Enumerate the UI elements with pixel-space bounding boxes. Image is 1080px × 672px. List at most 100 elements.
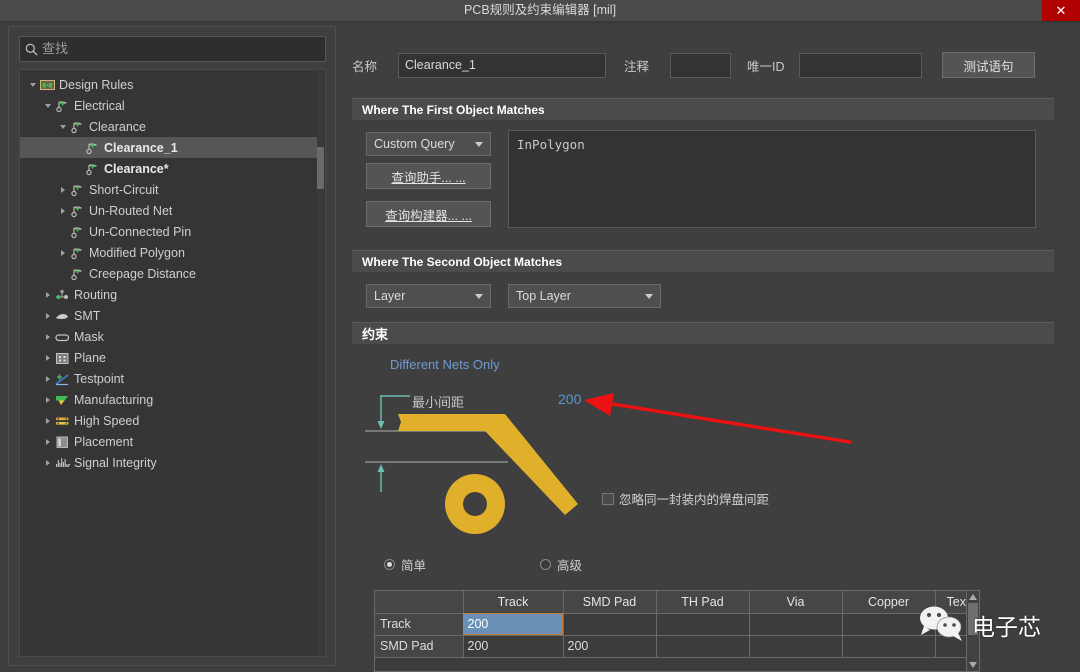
matrix-cell[interactable]	[842, 613, 936, 636]
tree-item-label: Un-Connected Pin	[89, 224, 192, 239]
radio-simple-indicator[interactable]	[384, 559, 395, 570]
constraints-section-header: 约束	[352, 322, 1054, 344]
matrix-cell[interactable]	[749, 635, 843, 658]
tree-item-label: Mask	[74, 329, 104, 344]
tree-item-smt[interactable]: SMT	[20, 305, 318, 326]
tree-item-routing[interactable]: Routing	[20, 284, 318, 305]
chevron-right-icon[interactable]	[41, 431, 54, 452]
smt-icon	[54, 308, 71, 324]
tree-item-clearance-1[interactable]: Clearance_1	[20, 137, 318, 158]
first-object-section-header: Where The First Object Matches	[352, 98, 1054, 120]
tree-item-short-circuit[interactable]: Short-Circuit	[20, 179, 318, 200]
chevron-right-icon[interactable]	[56, 242, 69, 263]
unique-id-field[interactable]	[799, 52, 922, 78]
chevron-right-icon[interactable]	[41, 347, 54, 368]
rule-icon	[84, 161, 101, 177]
search-input[interactable]: 查找	[19, 36, 326, 62]
second-object-layer-select[interactable]: Top Layer	[508, 284, 661, 308]
matrix-cell[interactable]	[749, 613, 843, 636]
tree-item-clearance[interactable]: Clearance	[20, 116, 318, 137]
matrix-scrollbar[interactable]	[966, 591, 979, 671]
matrix-cell[interactable]	[656, 635, 750, 658]
tree-item-creepage-distance[interactable]: Creepage Distance	[20, 263, 318, 284]
chevron-right-icon[interactable]	[56, 200, 69, 221]
scroll-up-icon[interactable]	[967, 591, 979, 603]
matrix-column-header[interactable]: Track	[463, 591, 564, 614]
second-object-scope-value: Layer	[374, 289, 406, 303]
matrix-scrollbar-thumb[interactable]	[968, 603, 978, 635]
chevron-down-icon[interactable]	[56, 116, 69, 137]
matrix-corner-cell	[375, 591, 464, 614]
chevron-right-icon[interactable]	[41, 410, 54, 431]
chevron-right-icon[interactable]	[41, 452, 54, 473]
chevron-right-icon[interactable]	[41, 284, 54, 305]
matrix-row-header[interactable]: Track	[375, 613, 464, 636]
test-query-button[interactable]: 测试语句	[942, 52, 1035, 78]
matrix-column-header[interactable]: Via	[749, 591, 843, 614]
rules-tree: Design Rules Electrical Clearance Clearance…	[19, 69, 326, 657]
matrix-cell[interactable]	[563, 613, 657, 636]
tree-item-modified-polygon[interactable]: Modified Polygon	[20, 242, 318, 263]
ignore-pad-clearance-label: 忽略同一封装内的焊盘间距	[619, 493, 770, 507]
chevron-right-icon[interactable]	[41, 305, 54, 326]
query-builder-button[interactable]: 查询构建器... ...	[366, 201, 491, 227]
chevron-right-icon[interactable]	[41, 389, 54, 410]
creepage-icon	[69, 266, 86, 282]
ignore-pad-clearance-checkbox[interactable]: 忽略同一封装内的焊盘间距	[602, 489, 769, 508]
tree-item-clearance[interactable]: Clearance*	[20, 158, 318, 179]
tree-item-plane[interactable]: Plane	[20, 347, 318, 368]
min-clearance-value[interactable]: 200	[558, 391, 581, 407]
chevron-right-icon[interactable]	[56, 179, 69, 200]
routing-icon	[54, 287, 71, 303]
matrix-column-header[interactable]: SMD Pad	[563, 591, 657, 614]
query-helper-button[interactable]: 查询助手... ...	[366, 163, 491, 189]
matrix-cell[interactable]	[656, 613, 750, 636]
tree-item-manufacturing[interactable]: Manufacturing	[20, 389, 318, 410]
min-clearance-label: 最小间距	[412, 395, 465, 410]
matrix-cell[interactable]: 200	[563, 635, 657, 658]
second-object-scope-select[interactable]: Layer	[366, 284, 491, 308]
chevron-down-icon[interactable]	[26, 74, 39, 95]
matrix-header-row: Track SMD Pad TH Pad Via Copper Text	[375, 591, 979, 614]
title-bar-shadow	[0, 21, 1080, 24]
matrix-row: Track 200	[375, 613, 979, 636]
chevron-down-icon[interactable]	[41, 95, 54, 116]
tree-item-placement[interactable]: Placement	[20, 431, 318, 452]
first-object-scope-select[interactable]: Custom Query	[366, 132, 491, 156]
rule-name-field[interactable]: Clearance_1	[398, 52, 606, 78]
matrix-column-header[interactable]: TH Pad	[656, 591, 750, 614]
scroll-down-icon[interactable]	[967, 659, 979, 671]
window-title: PCB规则及约束编辑器 [mil]	[463, 3, 617, 17]
matrix-cell[interactable]: 200	[463, 613, 564, 636]
tree-item-signal-integrity[interactable]: Signal Integrity	[20, 452, 318, 473]
tree-item-un-connected-pin[interactable]: Un-Connected Pin	[20, 221, 318, 242]
tree-scrollbar[interactable]	[317, 71, 324, 656]
tree-item-high-speed[interactable]: High Speed	[20, 410, 318, 431]
tree-item-testpoint[interactable]: Testpoint	[20, 368, 318, 389]
comment-field[interactable]	[670, 52, 731, 78]
chevron-right-icon[interactable]	[41, 368, 54, 389]
matrix-cell[interactable]: 200	[463, 635, 564, 658]
different-nets-only-link[interactable]: Different Nets Only	[390, 357, 500, 372]
matrix-row-header[interactable]: SMD Pad	[375, 635, 464, 658]
mode-simple-radio[interactable]: 简单	[384, 555, 426, 574]
mode-advanced-radio[interactable]: 高级	[540, 555, 582, 574]
plane-icon	[54, 350, 71, 366]
checkbox-box[interactable]	[602, 492, 614, 505]
tree-item-electrical[interactable]: Electrical	[20, 95, 318, 116]
tree-item-label: Routing	[74, 287, 118, 302]
tree-item-design-rules[interactable]: Design Rules	[20, 74, 318, 95]
clearance-icon	[69, 119, 86, 135]
mode-simple-label: 简单	[401, 559, 427, 573]
rule-header-row: 名称 Clearance_1 注释 唯一ID 测试语句	[352, 51, 1074, 79]
matrix-cell[interactable]	[842, 635, 936, 658]
chevron-right-icon[interactable]	[41, 326, 54, 347]
tree-item-mask[interactable]: Mask	[20, 326, 318, 347]
tree-scrollbar-thumb[interactable]	[317, 147, 324, 189]
close-window-button[interactable]: ✕	[1042, 0, 1080, 21]
tree-item-un-routed-net[interactable]: Un-Routed Net	[20, 200, 318, 221]
matrix-column-header[interactable]: Copper	[842, 591, 936, 614]
radio-advanced-indicator[interactable]	[540, 559, 551, 570]
first-object-query-editor[interactable]: InPolygon	[508, 130, 1036, 228]
